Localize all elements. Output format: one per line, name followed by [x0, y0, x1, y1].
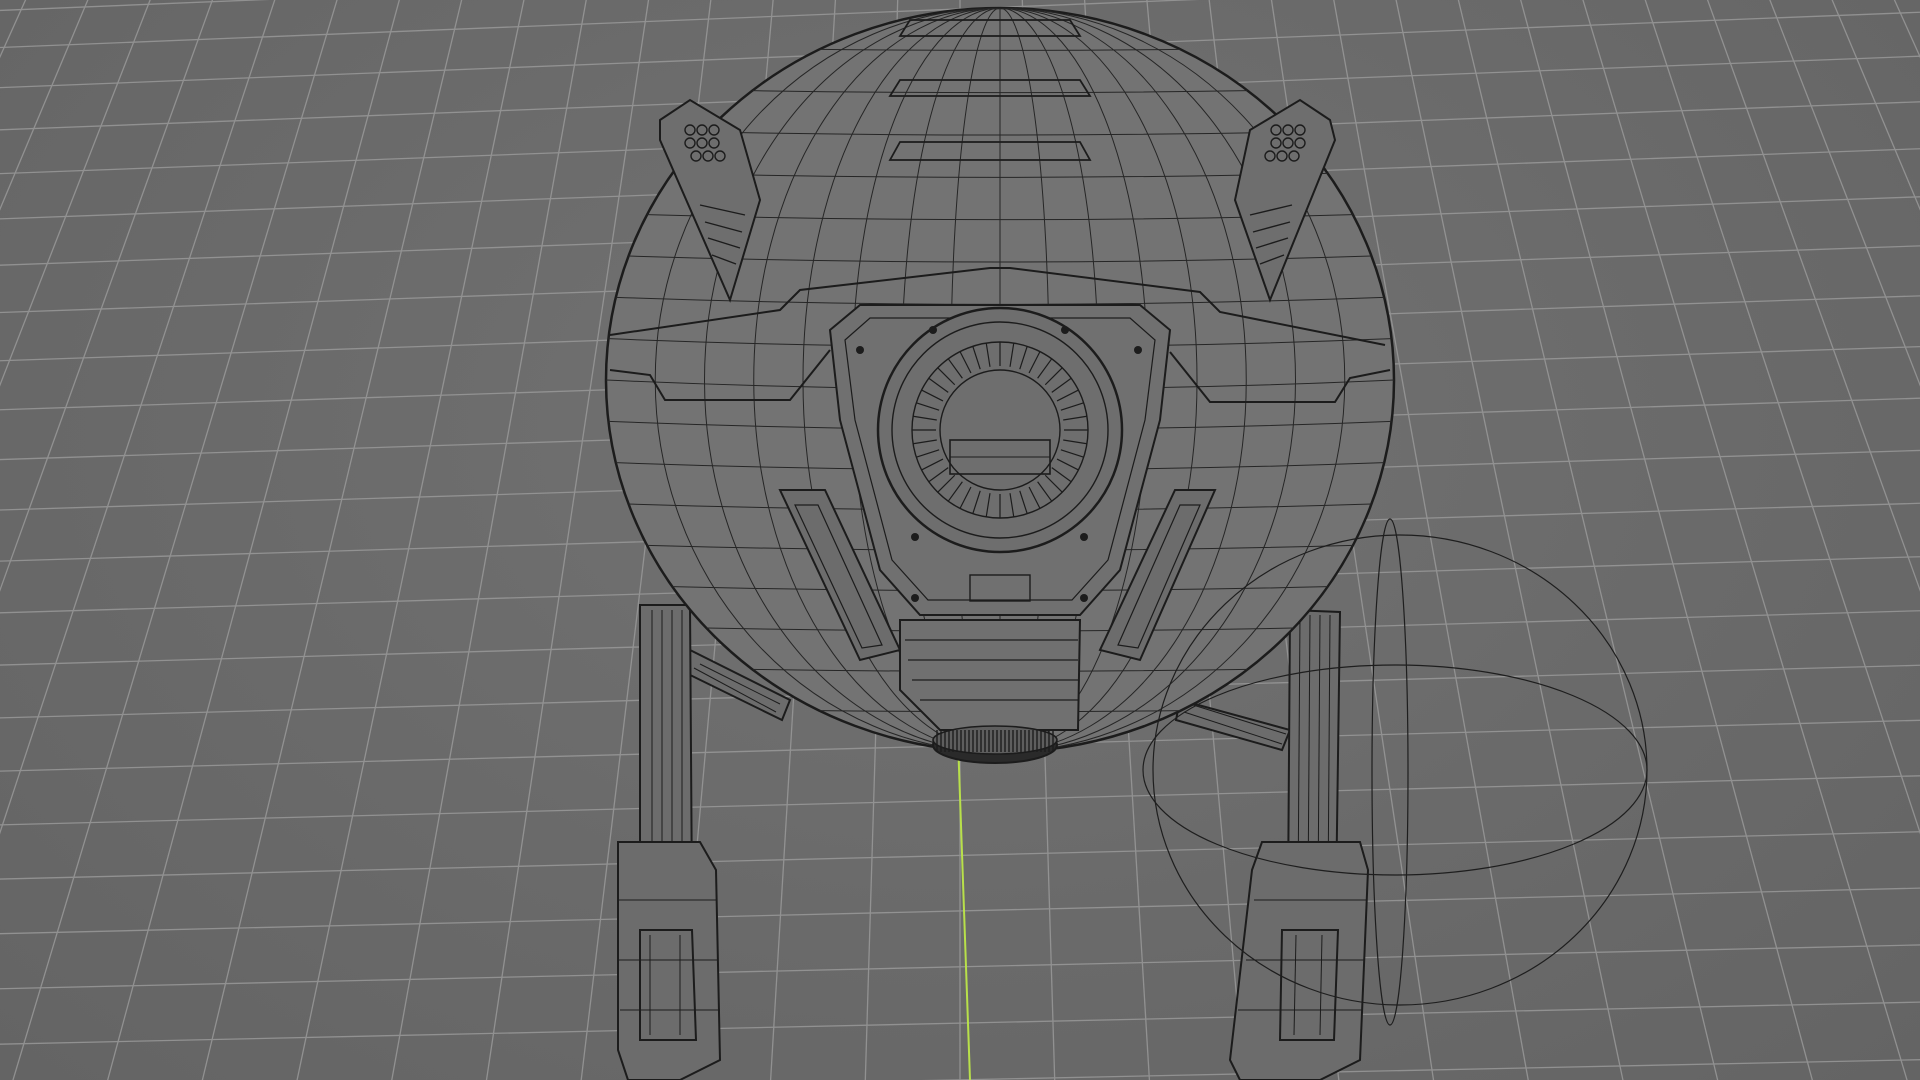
- 3d-viewport[interactable]: [0, 0, 1920, 1080]
- camera-lens: [876, 306, 1124, 554]
- bottom-gear: [932, 725, 1058, 764]
